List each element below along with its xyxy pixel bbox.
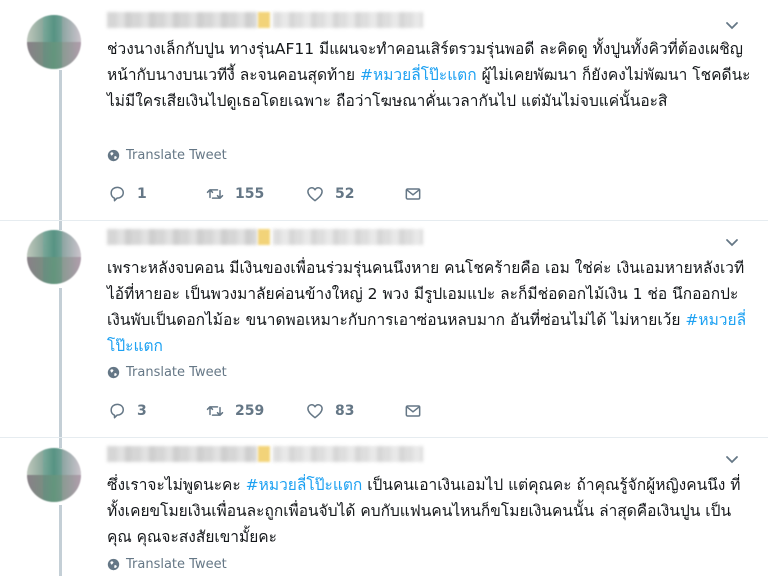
tweet-text-segment: ซึ่งเราจะไม่พูดนะคะ (107, 476, 246, 494)
tweet[interactable]: เพราะหลังจบคอน มีเงินของเพื่อนร่วมรุ่นคน… (0, 221, 768, 437)
translate-label: Translate Tweet (126, 364, 227, 380)
handle-redacted (273, 12, 423, 28)
redacted-badge (258, 446, 270, 462)
retweet-count: 155 (235, 186, 265, 202)
display-name-redacted[interactable] (107, 446, 257, 462)
translate-tweet-link[interactable]: Translate Tweet (107, 363, 227, 381)
tweet[interactable]: ซึ่งเราจะไม่พูดนะคะ #หมวยลี่โป๊ะแตก เป็น… (0, 438, 768, 576)
reply-count: 3 (137, 403, 147, 419)
handle-redacted (273, 446, 423, 462)
handle-redacted (273, 229, 423, 245)
heart-icon (307, 404, 323, 419)
chevron-down-icon[interactable] (724, 235, 740, 251)
reply-icon (110, 403, 124, 419)
chevron-down-icon[interactable] (724, 452, 740, 468)
display-name-redacted[interactable] (107, 12, 257, 28)
display-name-redacted[interactable] (107, 229, 257, 245)
avatar[interactable] (27, 230, 81, 284)
like-button[interactable]: 52 (305, 184, 403, 204)
retweet-button[interactable]: 155 (205, 184, 305, 204)
direct-message-button[interactable] (403, 184, 423, 204)
avatar[interactable] (27, 448, 81, 502)
reply-button[interactable]: 1 (107, 184, 205, 204)
redacted-badge (258, 12, 270, 28)
tweet-actions: 3 259 83 (107, 400, 423, 422)
reply-count: 1 (137, 186, 147, 202)
tweet-text: ซึ่งเราจะไม่พูดนะคะ #หมวยลี่โป๊ะแตก เป็น… (107, 472, 752, 550)
translate-label: Translate Tweet (126, 147, 227, 163)
retweet-icon (206, 406, 224, 416)
retweet-icon (206, 189, 224, 199)
translate-tweet-link[interactable]: Translate Tweet (107, 146, 227, 164)
tweet-actions: 1 155 52 (107, 183, 423, 205)
redacted-badge (258, 229, 270, 245)
tweet-text: เพราะหลังจบคอน มีเงินของเพื่อนร่วมรุ่นคน… (107, 255, 752, 359)
chevron-down-icon[interactable] (724, 18, 740, 34)
tweet-text-segment: เพราะหลังจบคอน มีเงินของเพื่อนร่วมรุ่นคน… (107, 259, 745, 329)
tweet-text: ช่วงนางเล็กกับปูน ทางรุ่นAF11 มีแผนจะทำค… (107, 36, 752, 114)
hashtag-link[interactable]: #หมวยลี่โป๊ะแตก (360, 66, 477, 84)
hashtag-link[interactable]: #หมวยลี่โป๊ะแตก (246, 476, 363, 494)
tweet[interactable]: ช่วงนางเล็กกับปูน ทางรุ่นAF11 มีแผนจะทำค… (0, 0, 768, 220)
retweet-button[interactable]: 259 (205, 401, 305, 421)
translate-label: Translate Tweet (126, 556, 227, 572)
avatar[interactable] (27, 15, 81, 69)
globe-icon (107, 366, 120, 378)
envelope-icon (405, 405, 421, 417)
like-button[interactable]: 83 (305, 401, 403, 421)
like-count: 83 (335, 403, 355, 419)
heart-icon (307, 187, 323, 202)
like-count: 52 (335, 186, 355, 202)
globe-icon (107, 149, 120, 161)
retweet-count: 259 (235, 403, 265, 419)
translate-tweet-link[interactable]: Translate Tweet (107, 555, 227, 573)
reply-button[interactable]: 3 (107, 401, 205, 421)
envelope-icon (405, 188, 421, 200)
direct-message-button[interactable] (403, 401, 423, 421)
globe-icon (107, 558, 120, 570)
reply-icon (110, 186, 124, 202)
